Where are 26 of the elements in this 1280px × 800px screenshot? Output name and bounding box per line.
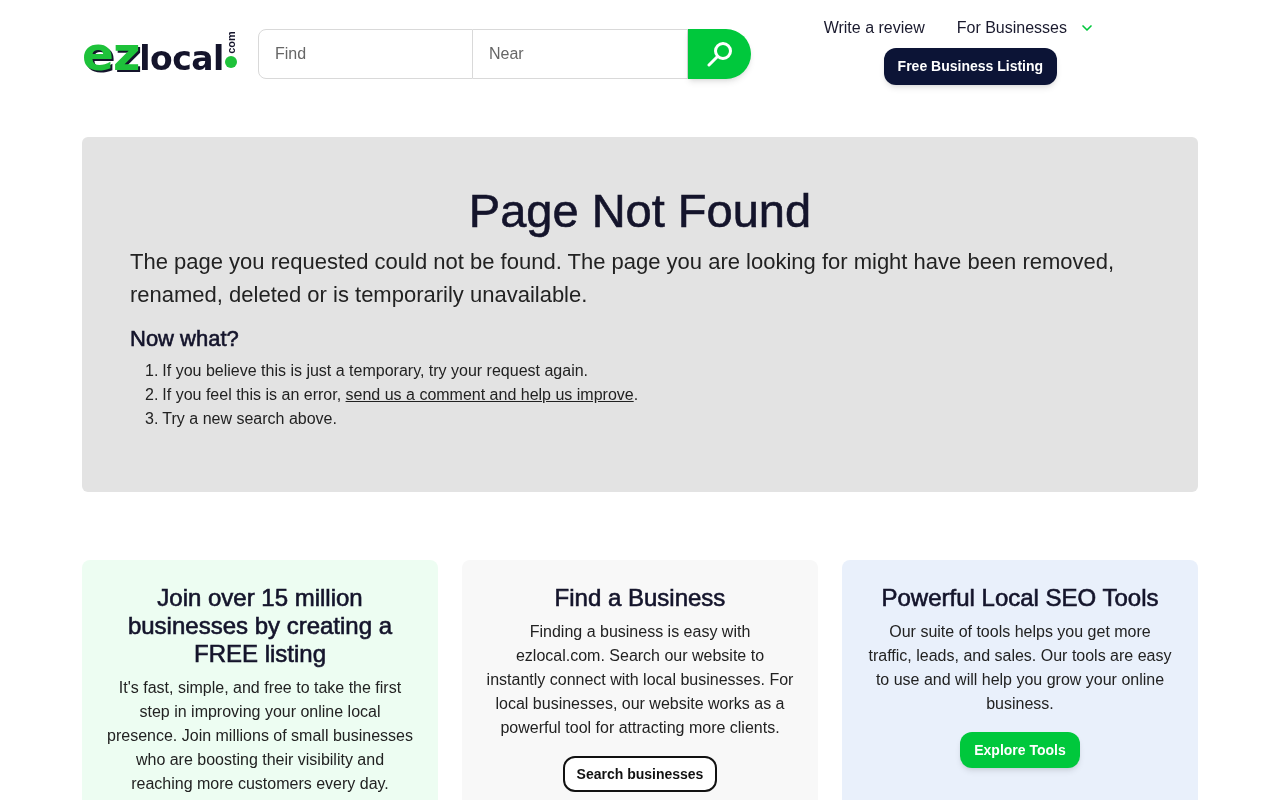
- now-what-heading: Now what?: [130, 325, 240, 353]
- error-message: The page you requested could not be found. The page you are looking for might have been removed, renamed, deleted or is temporarily unavailable.: [130, 248, 1116, 309]
- list-number: 1.: [145, 361, 159, 381]
- search-icon: [706, 40, 733, 67]
- free-business-listing-button[interactable]: Free Business Listing: [883, 48, 1058, 85]
- card-title: Powerful Local SEO Tools: [881, 584, 1159, 612]
- card-text: It's fast, simple, and free to take the first step in improving your online local presence. Join millions of small businesses who are boosting their visibility and reaching more customers every day.: [106, 678, 414, 794]
- logo-suffix: com: [225, 30, 237, 54]
- nav-link[interactable]: Write a review: [823, 16, 925, 40]
- search-businesses-button[interactable]: Search businesses: [562, 756, 718, 792]
- list-item-text: Try a new search above.: [162, 409, 337, 429]
- card-text: Our suite of tools helps you get more traffic, leads, and sales. Our tools are easy to use and will help you grow your online business.: [867, 622, 1173, 714]
- card-title: Find a Business: [554, 584, 726, 612]
- for-businesses-dropdown[interactable]: For Businesses: [956, 16, 1095, 40]
- list-number: 2.: [145, 385, 159, 405]
- list-item-text: If you feel this is an error, send us a comment and help us improve.: [162, 385, 639, 405]
- near-input[interactable]: Near: [473, 28, 688, 79]
- find-input[interactable]: Find: [258, 28, 473, 79]
- logo-text[interactable]: local: [139, 42, 224, 75]
- card-text: Finding a business is easy with ezlocal.com. Search our website to instantly connect with local businesses. For local businesses, our website works as a powerful tool for attracting more clients.: [486, 622, 794, 738]
- search-button[interactable]: [688, 28, 751, 79]
- comment-link[interactable]: send us a comment and help us improve: [345, 386, 634, 403]
- card-title: Join over 15 million businesses by creating a FREE listing: [126, 584, 394, 668]
- list-number: 3.: [145, 409, 159, 429]
- page-title: Page Not Found: [467, 183, 813, 239]
- list-item-text: If you believe this is just a temporary, try your request again.: [162, 361, 589, 381]
